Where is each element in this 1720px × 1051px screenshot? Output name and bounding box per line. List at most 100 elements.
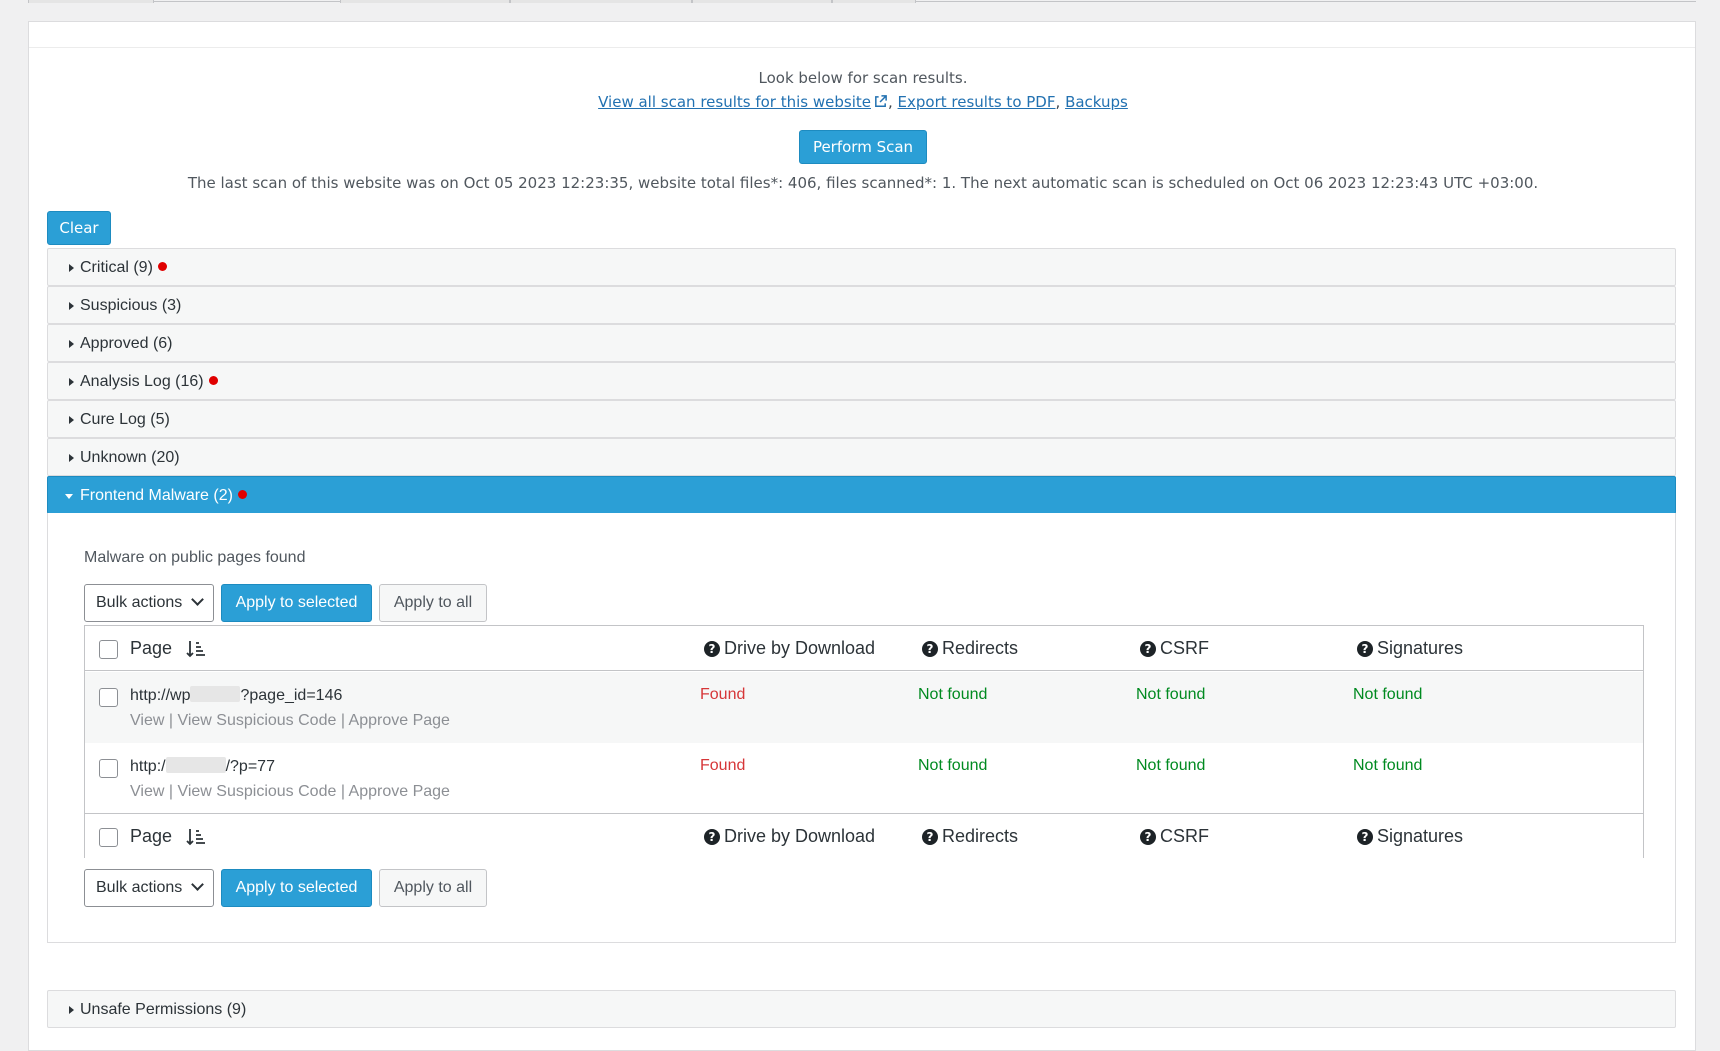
- section-approved[interactable]: Approved (6): [47, 324, 1676, 362]
- page-url-suffix: ?page_id=146: [240, 687, 343, 704]
- view-all-results-link[interactable]: View all scan results for this website: [598, 93, 888, 111]
- drive-by-status: Found: [700, 757, 746, 774]
- apply-to-all-button[interactable]: Apply to all: [379, 869, 487, 907]
- alert-dot-icon: [208, 376, 218, 385]
- column-redirects: ? Redirects: [922, 826, 1018, 847]
- section-suspicious[interactable]: Suspicious (3): [47, 286, 1676, 324]
- section-cure-log[interactable]: Cure Log (5): [47, 400, 1676, 438]
- section-critical[interactable]: Critical (9): [47, 248, 1676, 286]
- panel-divider: [29, 47, 1695, 48]
- caret-right-icon: [69, 264, 74, 272]
- section-unsafe-permissions[interactable]: Unsafe Permissions (9): [47, 990, 1676, 1028]
- select-all-checkbox[interactable]: [99, 828, 118, 847]
- section-frontend-malware-label: Frontend Malware (2): [80, 487, 233, 504]
- table-header: Page ? Drive by Download ? Redirects ? CSRF…: [85, 626, 1643, 671]
- column-csrf: ? CSRF: [1140, 826, 1209, 847]
- help-icon[interactable]: ?: [1357, 641, 1373, 657]
- page-url-prefix: http:/: [130, 758, 166, 775]
- row-actions: View | View Suspicious Code | Approve Pa…: [130, 712, 450, 730]
- section-unknown[interactable]: Unknown (20): [47, 438, 1676, 476]
- link-separator: ,: [887, 93, 893, 111]
- tab-stub[interactable]: [28, 0, 154, 3]
- top-tab-strip: [0, 0, 1720, 3]
- scan-results-panel: Look below for scan results. View all sc…: [28, 21, 1696, 1051]
- view-link[interactable]: View: [130, 783, 164, 800]
- scan-links: View all scan results for this website, …: [29, 93, 1697, 111]
- drive-by-status: Found: [700, 686, 746, 703]
- section-label: Critical (9): [80, 259, 167, 277]
- view-suspicious-code-link[interactable]: View Suspicious Code: [177, 783, 336, 800]
- redirects-status: Not found: [918, 686, 988, 703]
- malware-table: Page ? Drive by Download ? Redirects ? CSRF…: [84, 625, 1644, 858]
- caret-right-icon: [69, 1006, 74, 1014]
- column-drive-by: ? Drive by Download: [704, 826, 875, 847]
- approve-page-link[interactable]: Approve Page: [349, 712, 450, 729]
- column-signatures-label: Signatures: [1377, 826, 1464, 846]
- tab-stub[interactable]: [510, 0, 692, 3]
- column-page[interactable]: Page: [130, 638, 172, 659]
- apply-to-selected-button[interactable]: Apply to selected: [221, 869, 372, 907]
- caret-right-icon: [69, 340, 74, 348]
- section-critical-label: Critical (9): [80, 259, 153, 276]
- section-cure-log-label: Cure Log (5): [80, 411, 170, 428]
- redacted-block: [165, 757, 226, 773]
- csrf-status: Not found: [1136, 686, 1206, 703]
- view-suspicious-code-link[interactable]: View Suspicious Code: [177, 712, 336, 729]
- help-icon[interactable]: ?: [1140, 829, 1156, 845]
- column-csrf-label: CSRF: [1160, 826, 1209, 846]
- bulk-actions-select[interactable]: Bulk actions: [84, 869, 214, 907]
- bulk-actions-value: Bulk actions: [96, 879, 183, 896]
- bulk-actions-select[interactable]: Bulk actions: [84, 584, 214, 622]
- tab-stub[interactable]: [340, 0, 510, 3]
- tab-stub[interactable]: [692, 0, 832, 3]
- help-icon[interactable]: ?: [704, 641, 720, 657]
- column-drive-by: ? Drive by Download: [704, 638, 875, 659]
- help-icon[interactable]: ?: [922, 641, 938, 657]
- alert-dot-icon: [157, 262, 167, 271]
- frontend-malware-body: Malware on public pages found Bulk actio…: [47, 513, 1676, 943]
- section-analysis-log[interactable]: Analysis Log (16): [47, 362, 1676, 400]
- perform-scan-wrap: Perform Scan: [29, 130, 1697, 164]
- row-checkbox[interactable]: [99, 759, 118, 778]
- select-all-checkbox[interactable]: [99, 640, 118, 659]
- help-icon[interactable]: ?: [1140, 641, 1156, 657]
- caret-right-icon: [69, 302, 74, 310]
- bulk-actions-value: Bulk actions: [96, 594, 183, 611]
- caret-right-icon: [69, 454, 74, 462]
- approve-page-link[interactable]: Approve Page: [349, 783, 450, 800]
- sort-icon[interactable]: [186, 827, 206, 847]
- section-label: Analysis Log (16): [80, 373, 218, 391]
- table-row: http:/ /?p=77 View | View Suspicious Code…: [85, 743, 1643, 814]
- malware-heading: Malware on public pages found: [84, 549, 306, 566]
- apply-to-selected-button[interactable]: Apply to selected: [221, 584, 372, 622]
- row-checkbox[interactable]: [99, 688, 118, 707]
- view-link[interactable]: View: [130, 712, 164, 729]
- tab-stub[interactable]: [832, 0, 916, 3]
- perform-scan-button[interactable]: Perform Scan: [798, 130, 928, 164]
- external-link-icon: [875, 95, 887, 107]
- section-label: Frontend Malware (2): [80, 487, 247, 505]
- help-icon[interactable]: ?: [922, 829, 938, 845]
- backups-link[interactable]: Backups: [1065, 93, 1128, 111]
- section-approved-label: Approved (6): [80, 335, 173, 352]
- section-frontend-malware[interactable]: Frontend Malware (2): [47, 476, 1676, 514]
- page-url: http:/ /?p=77: [130, 757, 275, 776]
- page-url-prefix: http://wp: [130, 687, 191, 704]
- column-redirects: ? Redirects: [922, 638, 1018, 659]
- sort-icon[interactable]: [186, 639, 206, 659]
- csrf-status: Not found: [1136, 757, 1206, 774]
- export-pdf-link[interactable]: Export results to PDF: [898, 93, 1056, 111]
- column-csrf: ? CSRF: [1140, 638, 1209, 659]
- section-suspicious-label: Suspicious (3): [80, 297, 182, 314]
- row-actions: View | View Suspicious Code | Approve Pa…: [130, 783, 450, 801]
- clear-button[interactable]: Clear: [47, 211, 111, 245]
- apply-to-all-button[interactable]: Apply to all: [379, 584, 487, 622]
- redacted-block: [190, 686, 241, 702]
- section-analysis-log-label: Analysis Log (16): [80, 373, 204, 390]
- help-icon[interactable]: ?: [704, 829, 720, 845]
- column-page[interactable]: Page: [130, 826, 172, 847]
- caret-right-icon: [69, 378, 74, 386]
- help-icon[interactable]: ?: [1357, 829, 1373, 845]
- signatures-status: Not found: [1353, 686, 1423, 703]
- action-divider: |: [168, 783, 173, 800]
